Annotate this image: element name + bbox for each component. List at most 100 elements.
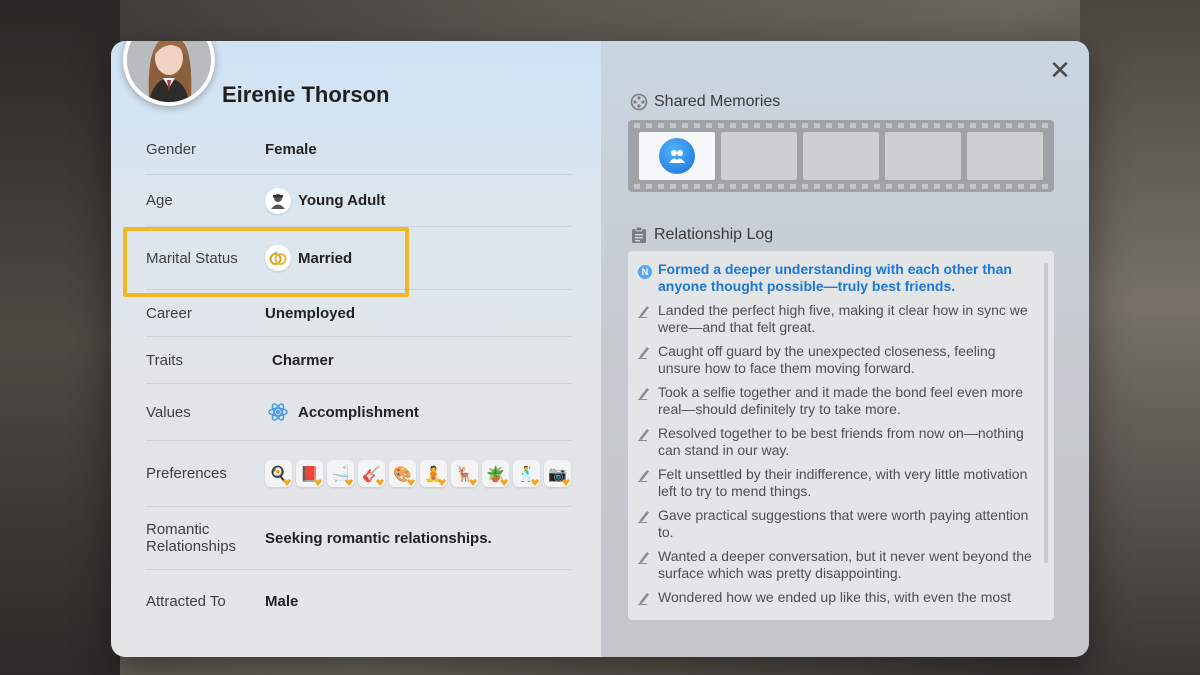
row-attracted-to: Attracted To Male <box>146 570 572 632</box>
preferences-list: 🍳 📕 🛁 🎸 🎨 🧘 🦌 🪴 🕺 📷 <box>265 460 571 487</box>
log-entry-text: Formed a deeper understanding with each … <box>658 261 1012 294</box>
log-entry: Resolved together to be best friends fro… <box>638 425 1032 459</box>
marital-status-value: Married <box>265 245 352 271</box>
log-entry: Wondered how we ended up like this, with… <box>638 589 1032 608</box>
attracted-to-value-text: Male <box>265 592 299 610</box>
romantic-relationships-label: Romantic Relationships <box>146 521 237 555</box>
dance-icon[interactable]: 🕺 <box>513 460 540 487</box>
marital-status-label: Marital Status <box>146 249 238 267</box>
film-reel-icon <box>629 92 649 112</box>
pencil-icon <box>638 302 658 336</box>
cooking-icon[interactable]: 🍳 <box>265 460 292 487</box>
marital-status-value-text: Married <box>298 249 353 267</box>
traits-label: Traits <box>146 351 183 369</box>
pencil-icon <box>638 466 658 500</box>
deer-icon[interactable]: 🦌 <box>451 460 478 487</box>
log-entry-text: Felt unsettled by their indifference, wi… <box>658 466 1028 499</box>
log-entry: Felt unsettled by their indifference, wi… <box>638 466 1032 500</box>
rings-icon <box>265 245 291 271</box>
log-entry-text: Wanted a deeper conversation, but it nev… <box>658 548 1032 581</box>
pencil-icon <box>638 343 658 377</box>
career-value-text: Unemployed <box>265 304 356 322</box>
row-marital-status: Marital Status Married <box>146 227 572 290</box>
memory-frame-empty <box>885 132 961 180</box>
row-career: Career Unemployed <box>146 290 572 337</box>
new-badge-icon: N <box>638 261 658 295</box>
career-value: Unemployed <box>265 305 355 322</box>
background-left <box>0 0 120 675</box>
log-entry-text: Gave practical suggestions that were wor… <box>658 507 1029 540</box>
memory-frame-empty <box>803 132 879 180</box>
log-entry: Landed the perfect high five, making it … <box>638 302 1032 336</box>
row-preferences: Preferences 🍳 📕 🛁 🎸 🎨 🧘 🦌 🪴 🕺 📷 <box>146 441 572 507</box>
new-badge: N <box>638 265 652 279</box>
atom-icon <box>265 399 291 425</box>
log-entry-text: Took a selfie together and it made the b… <box>658 384 1024 417</box>
log-entry-text: Caught off guard by the unexpected close… <box>658 343 996 376</box>
pencil-icon <box>638 384 658 418</box>
guitar-icon[interactable]: 🎸 <box>358 460 385 487</box>
plant-icon[interactable]: 🪴 <box>482 460 509 487</box>
character-profile-dialog: Eirenie Thorson Gender Female Age Young … <box>111 41 1089 657</box>
gender-label: Gender <box>146 140 197 158</box>
attracted-to-label: Attracted To <box>146 592 226 610</box>
log-entry: Gave practical suggestions that were wor… <box>638 507 1032 541</box>
gender-value-text: Female <box>265 140 317 158</box>
relationship-panel: ✕ Shared Memories Relationship Log N For… <box>601 41 1089 657</box>
romantic-relationships-value: Seeking romantic relationships. <box>265 530 492 547</box>
log-entry-text: Landed the perfect high five, making it … <box>658 302 1028 335</box>
painting-icon[interactable]: 🎨 <box>389 460 416 487</box>
relationship-log-header: Relationship Log <box>629 225 773 245</box>
career-label: Career <box>146 304 192 322</box>
shared-memories-title: Shared Memories <box>654 93 781 110</box>
profile-panel: Eirenie Thorson Gender Female Age Young … <box>111 41 601 657</box>
gender-value: Female <box>265 141 317 158</box>
portrait-icon <box>127 41 211 102</box>
pencil-icon <box>638 507 658 541</box>
log-entries: N Formed a deeper understanding with each… <box>638 261 1032 608</box>
clipboard-icon <box>629 225 649 245</box>
background-right <box>1080 0 1200 675</box>
avatar <box>123 41 215 106</box>
camera-icon[interactable]: 📷 <box>544 460 571 487</box>
memory-frame-empty <box>721 132 797 180</box>
young-adult-icon <box>265 187 291 214</box>
attribute-list: Gender Female Age Young Adult Marital St… <box>146 124 572 632</box>
attracted-to-value: Male <box>265 593 298 610</box>
book-icon[interactable]: 📕 <box>296 460 323 487</box>
character-name: Eirenie Thorson <box>222 82 390 107</box>
age-value: Young Adult <box>265 187 386 214</box>
traits-value[interactable]: Charmer <box>265 352 334 369</box>
meditation-icon[interactable]: 🧘 <box>420 460 447 487</box>
log-entry: Wanted a deeper conversation, but it nev… <box>638 548 1032 582</box>
memory-frame[interactable] <box>639 132 715 180</box>
romantic-relationships-value-text: Seeking romantic relationships. <box>265 529 492 547</box>
row-traits: Traits Charmer <box>146 337 572 384</box>
trait-charmer[interactable]: Charmer <box>272 352 334 369</box>
close-button[interactable]: ✕ <box>1048 57 1072 83</box>
row-romantic-relationships: Romantic Relationships Seeking romantic … <box>146 507 572 570</box>
values-label: Values <box>146 403 191 421</box>
log-entry: Took a selfie together and it made the b… <box>638 384 1032 418</box>
log-entry: N Formed a deeper understanding with each… <box>638 261 1032 295</box>
pencil-icon <box>638 425 658 459</box>
log-entry: Caught off guard by the unexpected close… <box>638 343 1032 377</box>
pencil-icon <box>638 589 658 608</box>
pencil-icon <box>638 548 658 582</box>
relationship-log-title: Relationship Log <box>654 226 774 243</box>
memory-filmstrip <box>628 120 1054 192</box>
row-gender: Gender Female <box>146 124 572 175</box>
bath-icon[interactable]: 🛁 <box>327 460 354 487</box>
shared-memories-header: Shared Memories <box>629 92 780 112</box>
log-scrollbar[interactable] <box>1044 263 1048 563</box>
memory-frame-empty <box>967 132 1043 180</box>
log-entry-text: Resolved together to be best friends fro… <box>658 425 1024 458</box>
memory-friends-icon <box>659 138 695 174</box>
relationship-log-list[interactable]: N Formed a deeper understanding with each… <box>628 251 1054 620</box>
row-values: Values Accomplishment <box>146 384 572 441</box>
log-entry-text: Wondered how we ended up like this, with… <box>658 589 1012 605</box>
row-age: Age Young Adult <box>146 175 572 227</box>
age-label: Age <box>146 192 173 209</box>
age-value-text: Young Adult <box>298 192 386 209</box>
values-value[interactable]: Accomplishment <box>265 399 419 425</box>
